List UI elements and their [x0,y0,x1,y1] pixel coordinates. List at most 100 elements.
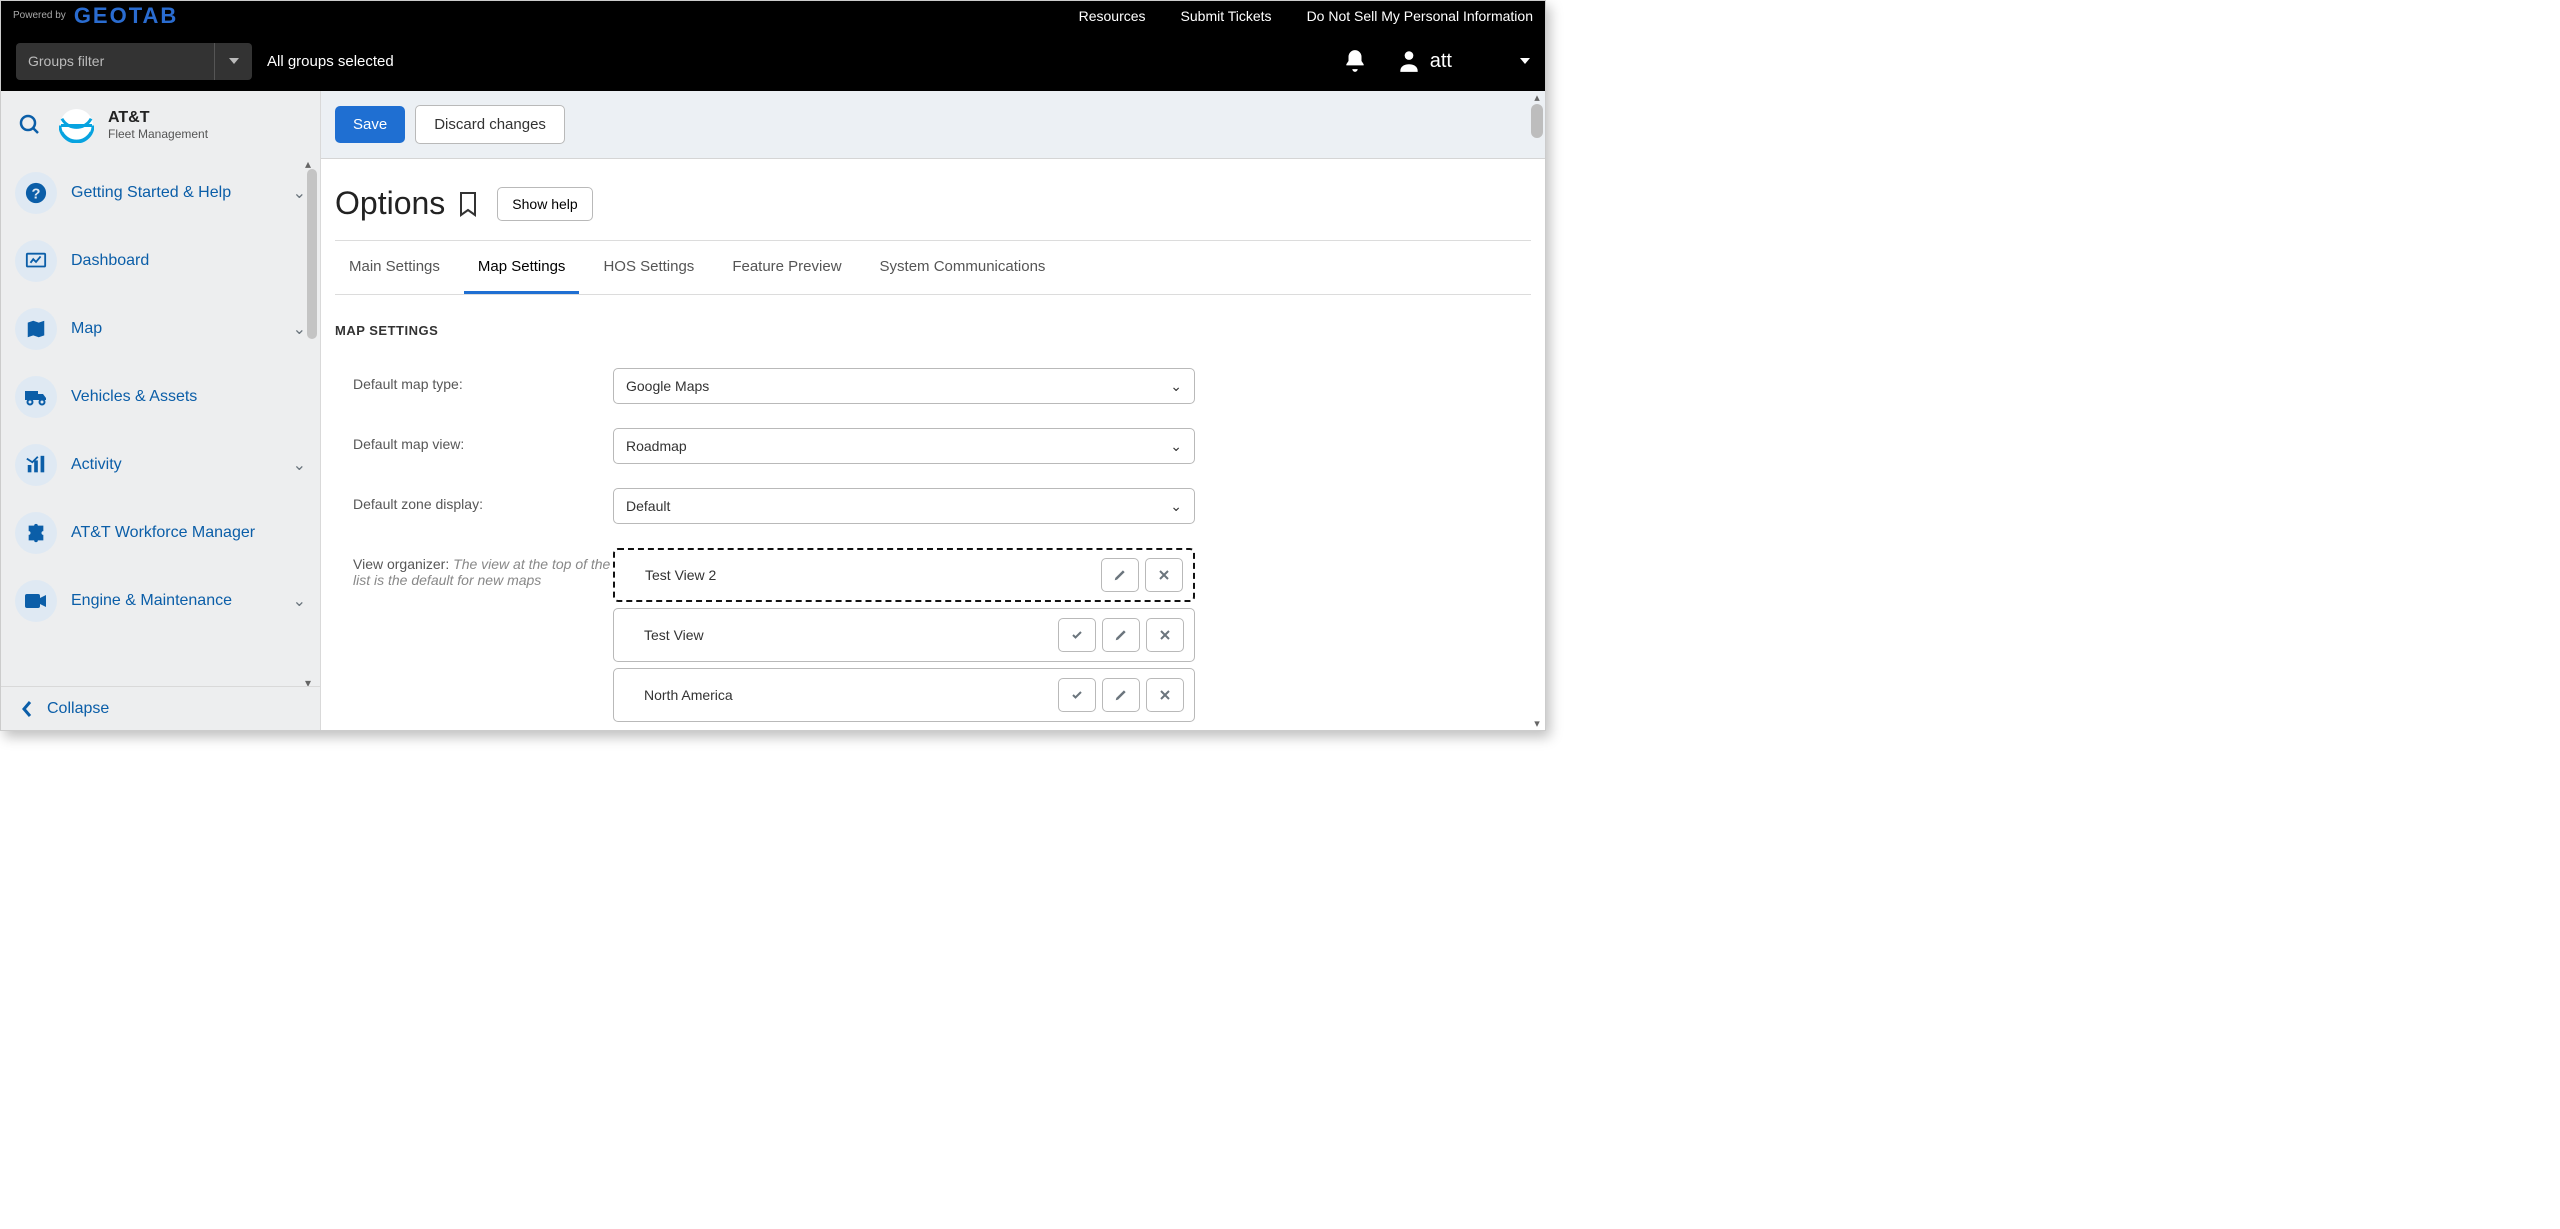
scroll-up-icon[interactable]: ▴ [305,159,317,169]
view-item[interactable]: Test View 2 [613,548,1195,602]
sidebar-item-workforce[interactable]: AT&T Workforce Manager [1,499,320,567]
tab-feature-preview[interactable]: Feature Preview [718,241,855,294]
tab-system-communications[interactable]: System Communications [866,241,1060,294]
delete-view-button[interactable] [1146,618,1184,652]
check-icon [1070,689,1084,701]
chevron-left-icon [21,700,33,718]
sidebar-item-label: Getting Started & Help [71,184,279,202]
att-logo-icon [59,108,94,143]
camera-icon [24,592,48,610]
label-zone-display: Default zone display: [335,488,613,524]
sidebar-item-label: Dashboard [71,252,306,270]
user-name: att [1430,50,1452,73]
view-item[interactable]: Test View [613,608,1195,662]
view-name: North America [644,687,733,703]
main-panel: Save Discard changes Options Show help M… [321,91,1545,730]
view-name: Test View 2 [645,567,716,583]
groups-filter[interactable] [16,43,252,80]
geotab-logo: GEOTAB [74,3,178,29]
link-privacy[interactable]: Do Not Sell My Personal Information [1307,8,1533,24]
scroll-up-icon[interactable]: ▴ [1534,91,1540,104]
collapse-button[interactable]: Collapse [1,686,320,730]
edit-view-button[interactable] [1102,618,1140,652]
pencil-icon [1113,568,1127,582]
sidebar-item-label: Engine & Maintenance [71,592,279,610]
svg-text:?: ? [32,187,41,203]
sidebar-item-getting-started[interactable]: ? Getting Started & Help ⌄ [1,159,320,227]
link-tickets[interactable]: Submit Tickets [1181,8,1272,24]
action-bar: Save Discard changes [321,91,1545,159]
groups-filter-status: All groups selected [267,53,394,70]
delete-view-button[interactable] [1146,678,1184,712]
tab-map-settings[interactable]: Map Settings [464,241,580,294]
section-heading: MAP SETTINGS [335,295,1531,356]
product-subtitle: Fleet Management [108,127,208,141]
search-icon [18,113,42,137]
edit-view-button[interactable] [1102,678,1140,712]
scrollbar-thumb[interactable] [1531,104,1543,138]
discard-button[interactable]: Discard changes [415,105,565,144]
tab-main-settings[interactable]: Main Settings [335,241,454,294]
save-button[interactable]: Save [335,106,405,143]
product-title: AT&T Fleet Management [108,109,208,141]
brand: Powered by GEOTAB [13,3,178,29]
tab-hos-settings[interactable]: HOS Settings [589,241,708,294]
sidebar-item-engine[interactable]: Engine & Maintenance ⌄ [1,567,320,635]
groups-filter-input[interactable] [16,43,214,80]
sidebar-item-map[interactable]: Map ⌄ [1,295,320,363]
pencil-icon [1114,688,1128,702]
delete-view-button[interactable] [1145,558,1183,592]
map-icon [25,318,47,340]
person-icon [1396,48,1422,74]
bookmark-icon[interactable] [457,191,479,217]
user-menu[interactable]: att [1396,48,1530,74]
sidebar-item-vehicles[interactable]: Vehicles & Assets [1,363,320,431]
chevron-down-icon: ⌄ [293,183,306,203]
view-item[interactable]: North America [613,668,1195,722]
set-default-view-button[interactable] [1058,618,1096,652]
notifications-button[interactable] [1342,48,1368,74]
sidebar-item-label: AT&T Workforce Manager [71,524,306,542]
dashboard-icon [25,250,47,272]
sidebar-item-label: Activity [71,456,279,474]
groups-filter-caret[interactable] [214,43,252,80]
scroll-down-icon[interactable]: ▾ [1534,717,1540,730]
label-map-type: Default map type: [335,368,613,404]
search-button[interactable] [15,110,45,140]
edit-view-button[interactable] [1101,558,1139,592]
label-map-view: Default map view: [335,428,613,464]
powered-by-label: Powered by [13,11,66,21]
sidebar-item-dashboard[interactable]: Dashboard [1,227,320,295]
bell-icon [1342,48,1368,74]
chevron-down-icon: ⌄ [293,455,306,475]
top-bar: Powered by GEOTAB Resources Submit Ticke… [1,1,1545,91]
top-links: Resources Submit Tickets Do Not Sell My … [1079,8,1533,24]
pencil-icon [1114,628,1128,642]
page-title: Options [335,185,445,222]
sidebar-item-label: Vehicles & Assets [71,388,306,406]
caret-down-icon [1520,58,1530,64]
show-help-button[interactable]: Show help [497,187,592,221]
chevron-down-icon: ⌄ [293,319,306,339]
view-name: Test View [644,627,704,643]
label-view-organizer: View organizer: The view at the top of t… [335,548,613,728]
sidebar: AT&T Fleet Management ▴ ? Getting Starte… [1,91,321,730]
select-map-view[interactable]: Roadmap ⌄ [613,428,1195,464]
truck-icon [24,387,48,407]
select-zone-display[interactable]: Default ⌄ [613,488,1195,524]
set-default-view-button[interactable] [1058,678,1096,712]
x-icon [1159,629,1171,641]
sidebar-item-activity[interactable]: Activity ⌄ [1,431,320,499]
select-value: Roadmap [626,438,687,454]
help-icon: ? [25,182,47,204]
check-icon [1070,629,1084,641]
select-value: Google Maps [626,378,709,394]
scroll-down-icon[interactable]: ▾ [305,676,317,686]
chevron-down-icon: ⌄ [1170,438,1182,455]
main-scrollbar[interactable]: ▴ ▾ [1531,91,1543,730]
link-resources[interactable]: Resources [1079,8,1146,24]
sidebar-scrollbar-thumb[interactable] [307,169,317,339]
activity-icon [25,454,47,476]
select-map-type[interactable]: Google Maps ⌄ [613,368,1195,404]
puzzle-icon [25,522,47,544]
